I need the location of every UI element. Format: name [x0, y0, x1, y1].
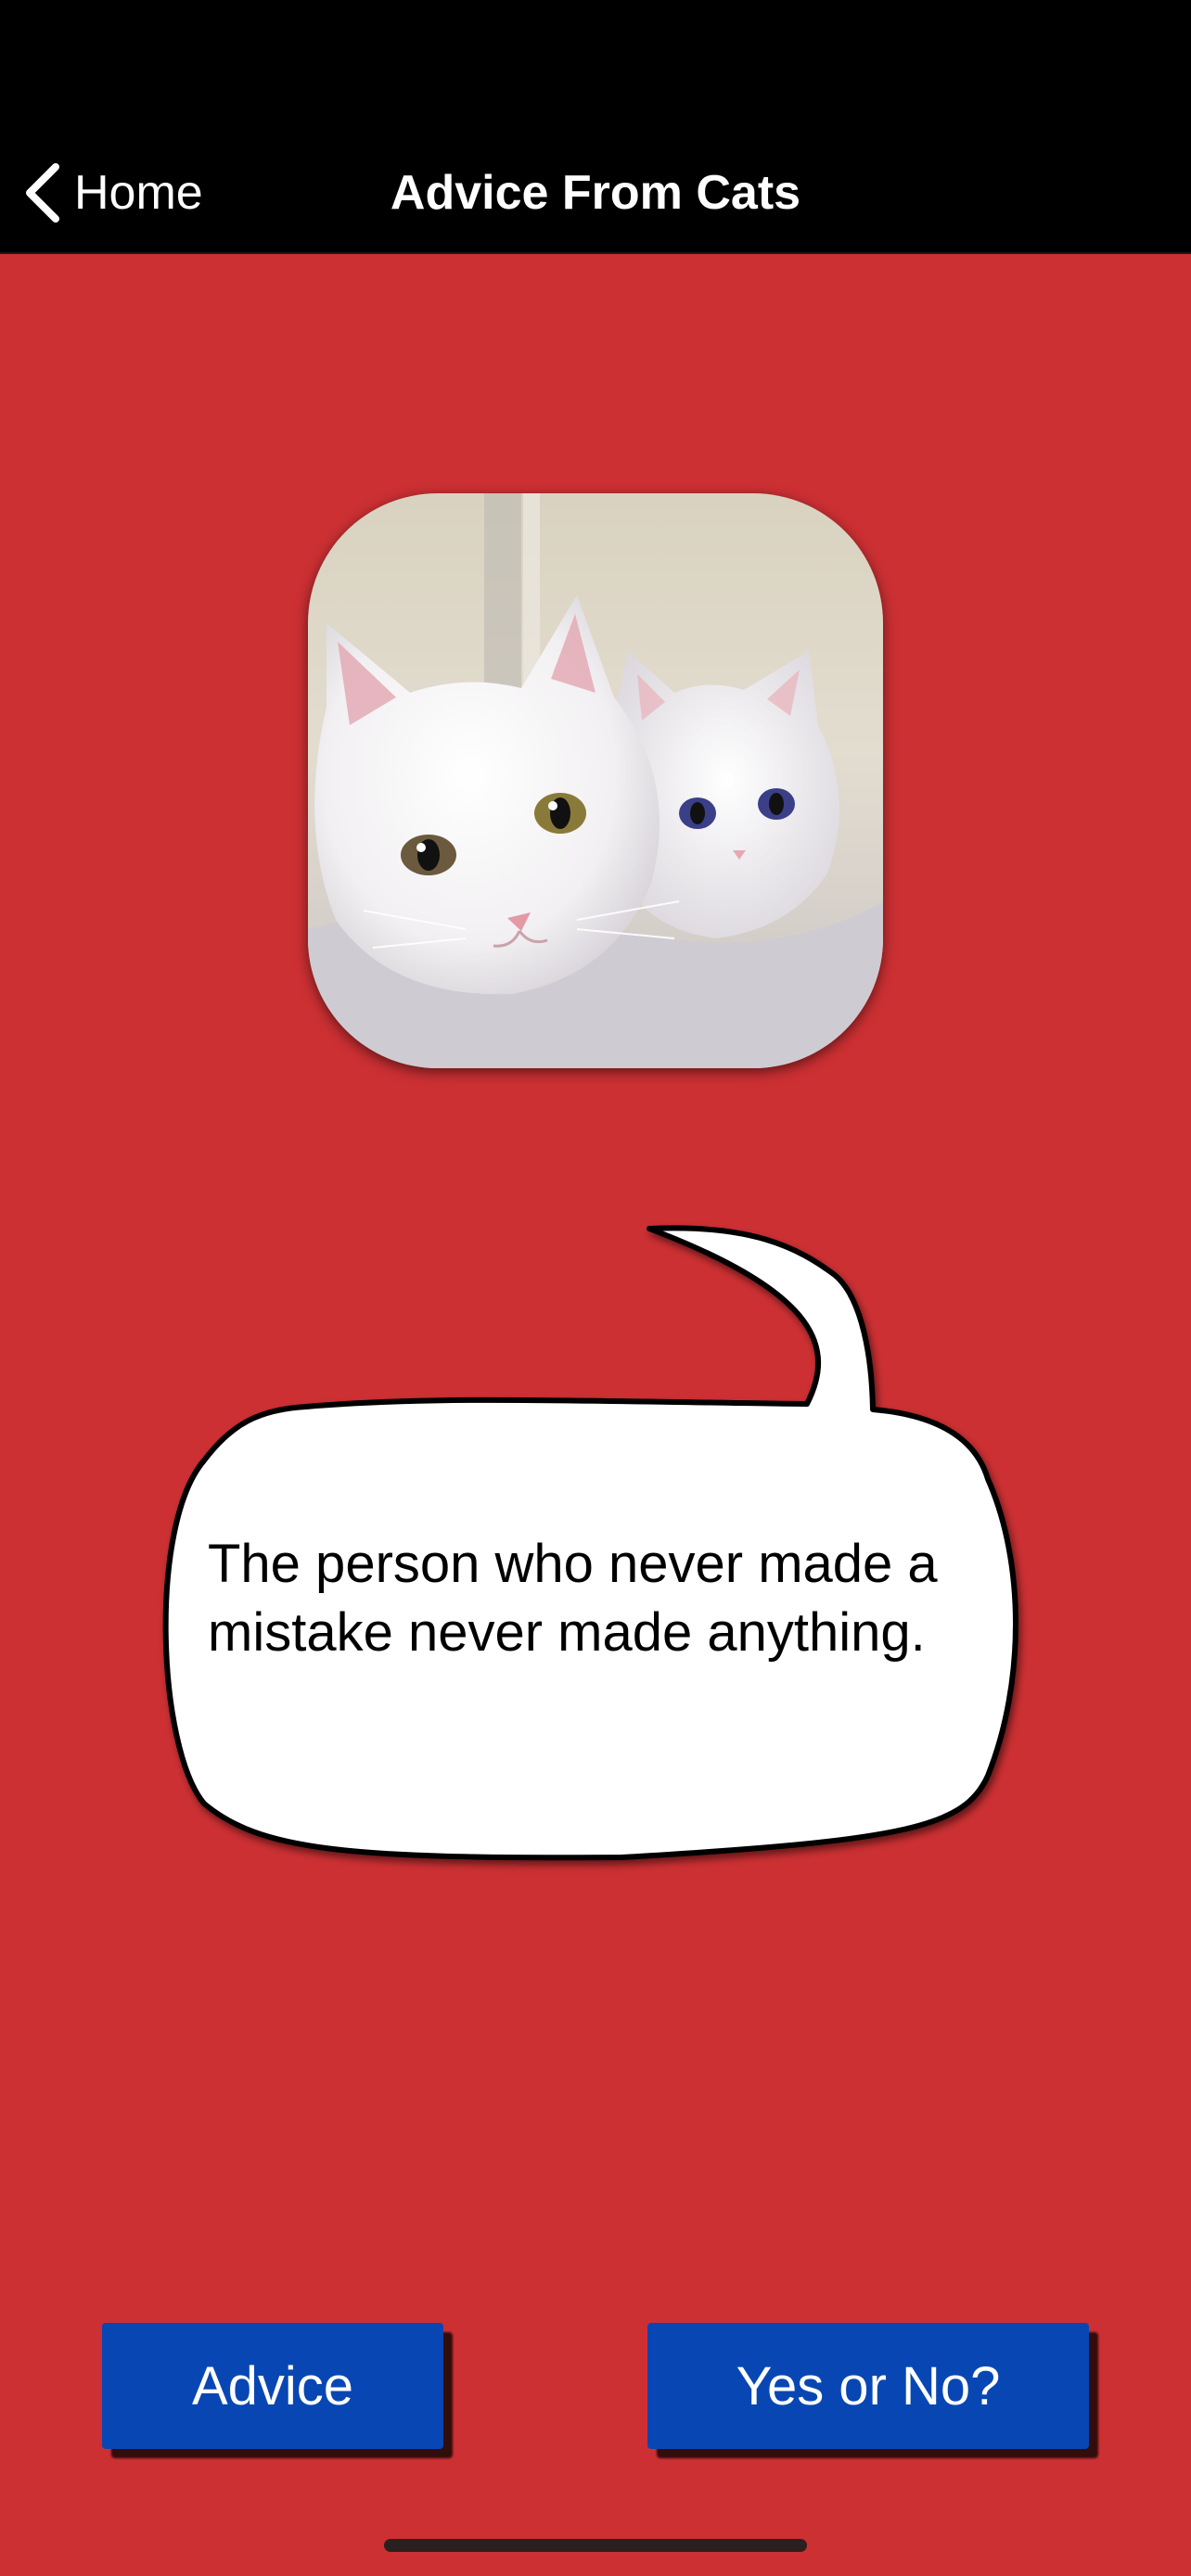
advice-button[interactable]: Advice [102, 2323, 443, 2449]
yes-or-no-button[interactable]: Yes or No? [647, 2323, 1089, 2449]
navigation-bar: Home Advice From Cats [0, 139, 1191, 254]
cat-photo [308, 493, 883, 1068]
back-button[interactable]: Home [20, 158, 203, 228]
chevron-left-icon [20, 161, 63, 224]
advice-text: The person who never made a mistake neve… [208, 1534, 938, 1663]
back-button-label: Home [74, 166, 203, 220]
status-bar [0, 0, 1191, 139]
home-indicator[interactable] [384, 2539, 807, 2552]
speech-bubble: The person who never made a mistake neve… [158, 1219, 1030, 1887]
